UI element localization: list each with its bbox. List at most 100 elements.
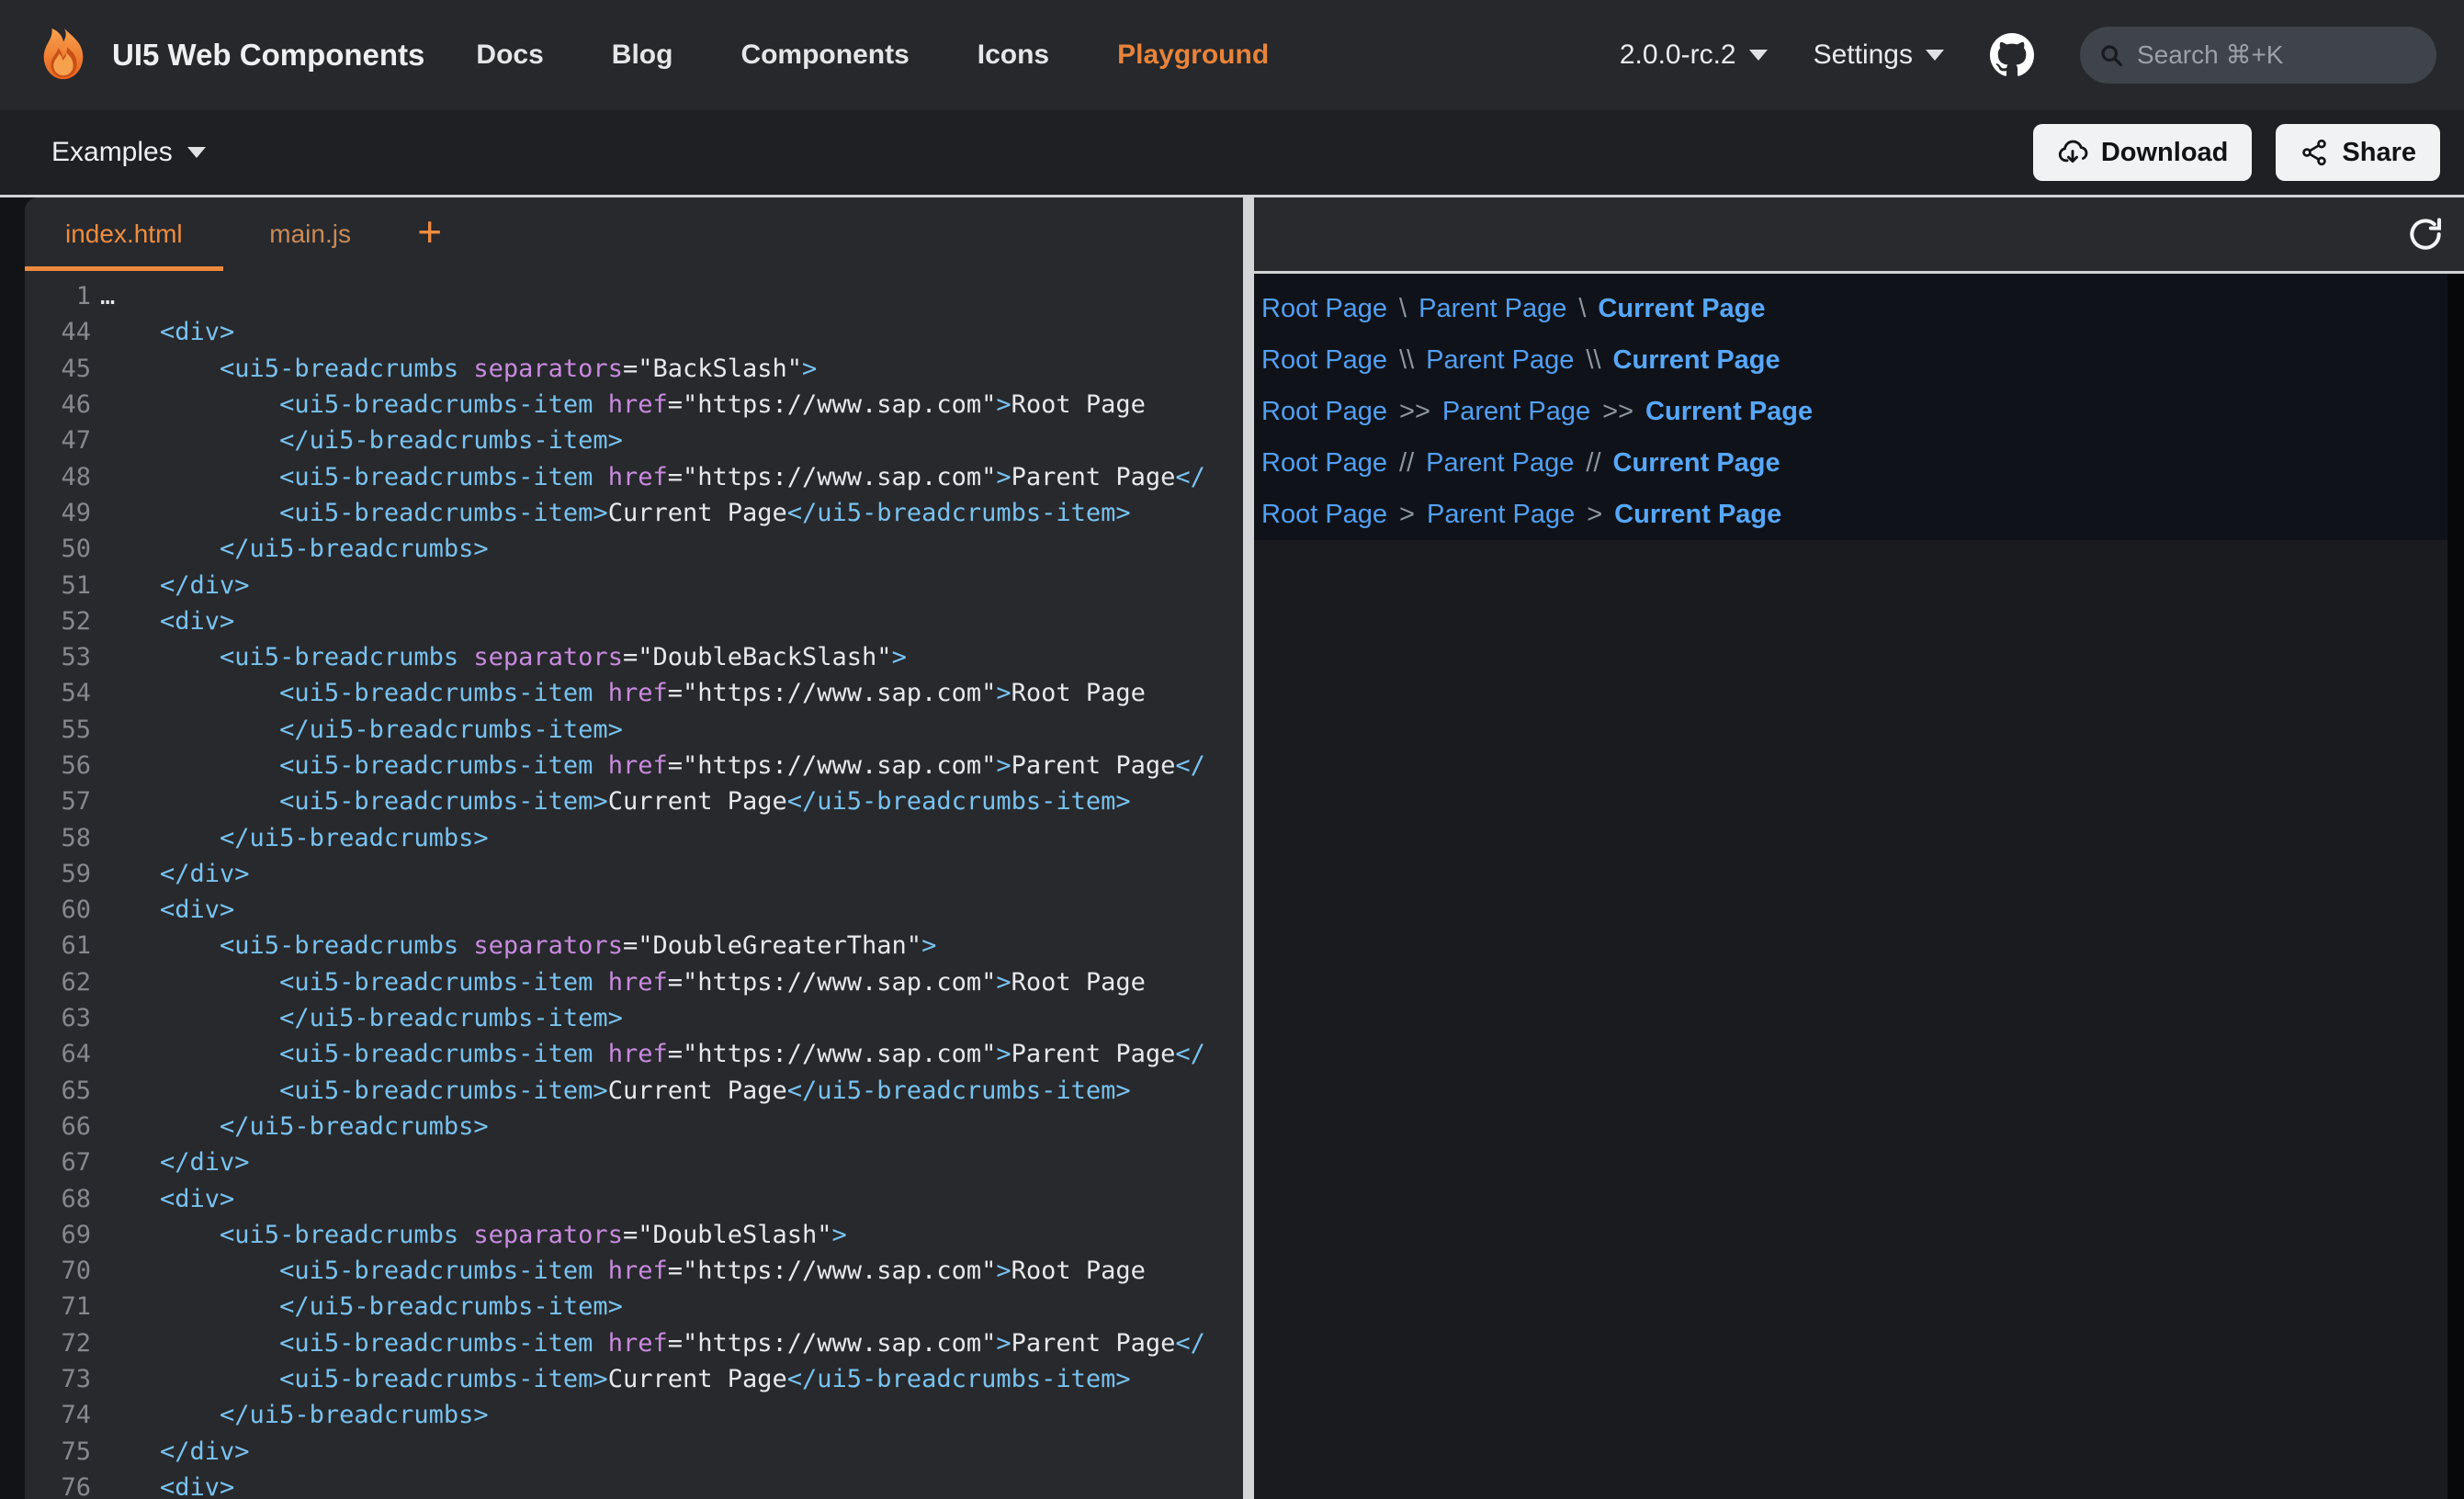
code-text: <div> <box>100 896 234 924</box>
nav-link-docs[interactable]: Docs <box>476 39 543 71</box>
line-number: 51 <box>25 571 91 600</box>
breadcrumb-current: Current Page <box>1598 294 1765 324</box>
share-button[interactable]: Share <box>2276 124 2440 181</box>
code-line[interactable]: 47 </ui5-breadcrumbs-item> <box>25 423 1243 458</box>
code-line[interactable]: 65 <ui5-breadcrumbs-item>Current Page</u… <box>25 1073 1243 1109</box>
line-number: 63 <box>25 1004 91 1032</box>
examples-menu[interactable]: Examples <box>51 137 206 168</box>
code-line[interactable]: 69 <ui5-breadcrumbs separators="DoubleSl… <box>25 1217 1243 1253</box>
breadcrumb-link[interactable]: Root Page <box>1261 397 1387 427</box>
version-dropdown[interactable]: 2.0.0-rc.2 <box>1620 39 1768 71</box>
code-line[interactable]: 54 <ui5-breadcrumbs-item href="https://w… <box>25 675 1243 711</box>
breadcrumb-link[interactable]: Root Page <box>1261 345 1387 376</box>
code-line[interactable]: 45 <ui5-breadcrumbs separators="BackSlas… <box>25 351 1243 387</box>
version-label: 2.0.0-rc.2 <box>1620 39 1736 71</box>
code-line[interactable]: 68 <div> <box>25 1180 1243 1216</box>
code-line[interactable]: 1… <box>25 278 1243 314</box>
chevron-down-icon <box>1926 50 1944 61</box>
code-line[interactable]: 59 </div> <box>25 856 1243 892</box>
code-text: <ui5-breadcrumbs separators="BackSlash"> <box>100 355 817 383</box>
breadcrumb-link[interactable]: Root Page <box>1261 448 1387 479</box>
code-line[interactable]: 74 </ui5-breadcrumbs> <box>25 1397 1243 1433</box>
code-line[interactable]: 48 <ui5-breadcrumbs-item href="https://w… <box>25 458 1243 494</box>
settings-label: Settings <box>1814 39 1913 71</box>
code-line[interactable]: 63 </ui5-breadcrumbs-item> <box>25 1000 1243 1036</box>
code-line[interactable]: 70 <ui5-breadcrumbs-item href="https://w… <box>25 1253 1243 1289</box>
code-line[interactable]: 58 </ui5-breadcrumbs> <box>25 819 1243 855</box>
brand[interactable]: UI5 Web Components <box>35 26 424 85</box>
breadcrumb-link[interactable]: Parent Page <box>1426 448 1574 479</box>
line-number: 61 <box>25 931 91 960</box>
code-line[interactable]: 67 </div> <box>25 1144 1243 1180</box>
settings-dropdown[interactable]: Settings <box>1814 39 1944 71</box>
code-line[interactable]: 66 </ui5-breadcrumbs> <box>25 1109 1243 1144</box>
code-line[interactable]: 53 <ui5-breadcrumbs separators="DoubleBa… <box>25 639 1243 675</box>
code-line[interactable]: 57 <ui5-breadcrumbs-item>Current Page</u… <box>25 783 1243 819</box>
nav-link-playground[interactable]: Playground <box>1117 39 1269 71</box>
line-number: 73 <box>25 1365 91 1393</box>
code-line[interactable]: 75 </div> <box>25 1434 1243 1470</box>
line-number: 67 <box>25 1148 91 1177</box>
line-number: 48 <box>25 463 91 491</box>
code-line[interactable]: 71 </ui5-breadcrumbs-item> <box>25 1289 1243 1324</box>
breadcrumb-link[interactable]: Parent Page <box>1442 397 1590 427</box>
code-text: </div> <box>100 1148 250 1177</box>
examples-label: Examples <box>51 137 173 168</box>
code-text: <ui5-breadcrumbs-item href="https://www.… <box>100 1040 1205 1068</box>
code-line[interactable]: 62 <ui5-breadcrumbs-item href="https://w… <box>25 964 1243 1000</box>
editor-tab-index.html[interactable]: index.html <box>25 197 223 271</box>
line-number: 60 <box>25 896 91 924</box>
top-navbar: UI5 Web Components Docs Blog Components Ico… <box>0 0 2464 110</box>
breadcrumbs-row: Root Page>Parent Page>Current Page <box>1261 494 2447 535</box>
nav-link-components[interactable]: Components <box>740 39 909 71</box>
code-line[interactable]: 60 <div> <box>25 892 1243 928</box>
code-line[interactable]: 52 <div> <box>25 603 1243 639</box>
code-text: <div> <box>100 318 234 346</box>
search-icon <box>2098 40 2124 70</box>
breadcrumb-link[interactable]: Root Page <box>1261 294 1387 324</box>
search-box[interactable] <box>2080 27 2436 84</box>
preview-toolbar <box>1254 197 2464 271</box>
refresh-icon <box>2407 216 2444 253</box>
code-line[interactable]: 44 <div> <box>25 314 1243 350</box>
examples-toolbar: Examples Download Share <box>0 110 2464 195</box>
code-line[interactable]: 73 <ui5-breadcrumbs-item>Current Page</u… <box>25 1361 1243 1397</box>
breadcrumb-link[interactable]: Parent Page <box>1426 345 1574 376</box>
line-number: 45 <box>25 355 91 383</box>
line-number: 50 <box>25 535 91 563</box>
search-input[interactable] <box>2135 39 2418 71</box>
download-button[interactable]: Download <box>2033 124 2253 181</box>
code-line[interactable]: 76 <div> <box>25 1470 1243 1499</box>
code-line[interactable]: 55 </ui5-breadcrumbs-item> <box>25 712 1243 748</box>
code-line[interactable]: 72 <ui5-breadcrumbs-item href="https://w… <box>25 1325 1243 1361</box>
code-text: </ui5-breadcrumbs> <box>100 824 489 852</box>
code-editor-panel[interactable]: index.htmlmain.js+ 1…44 <div>45 <ui5-bre… <box>25 197 1243 1499</box>
nav-link-blog[interactable]: Blog <box>612 39 673 71</box>
breadcrumb-link[interactable]: Parent Page <box>1418 294 1566 324</box>
code-text: <ui5-breadcrumbs separators="DoubleBackS… <box>100 643 907 671</box>
panel-resize-divider[interactable] <box>1243 197 1254 1499</box>
editor-tab-main.js[interactable]: main.js <box>223 197 398 271</box>
breadcrumb-link[interactable]: Root Page <box>1261 500 1387 530</box>
code-text: <div> <box>100 607 234 636</box>
code-line[interactable]: 64 <ui5-breadcrumbs-item href="https://w… <box>25 1036 1243 1072</box>
code-line[interactable]: 51 </div> <box>25 567 1243 603</box>
breadcrumb-link[interactable]: Parent Page <box>1427 500 1575 530</box>
line-number: 55 <box>25 716 91 744</box>
code-text: <ui5-breadcrumbs-item href="https://www.… <box>100 390 1146 419</box>
code-line[interactable]: 49 <ui5-breadcrumbs-item>Current Page</u… <box>25 495 1243 531</box>
code-content[interactable]: 1…44 <div>45 <ui5-breadcrumbs separators… <box>25 278 1243 1499</box>
line-number: 44 <box>25 318 91 346</box>
refresh-button[interactable] <box>2405 214 2446 254</box>
github-link[interactable] <box>1990 33 2034 77</box>
code-line[interactable]: 61 <ui5-breadcrumbs separators="DoubleGr… <box>25 928 1243 964</box>
code-line[interactable]: 56 <ui5-breadcrumbs-item href="https://w… <box>25 748 1243 783</box>
line-number: 68 <box>25 1185 91 1213</box>
code-line[interactable]: 50 </ui5-breadcrumbs> <box>25 531 1243 567</box>
add-tab-button[interactable]: + <box>398 197 462 271</box>
code-text: </ui5-breadcrumbs> <box>100 1401 489 1429</box>
nav-link-icons[interactable]: Icons <box>978 39 1049 71</box>
code-line[interactable]: 46 <ui5-breadcrumbs-item href="https://w… <box>25 387 1243 423</box>
line-number: 64 <box>25 1040 91 1068</box>
code-text: <ui5-breadcrumbs separators="DoubleGreat… <box>100 931 936 960</box>
